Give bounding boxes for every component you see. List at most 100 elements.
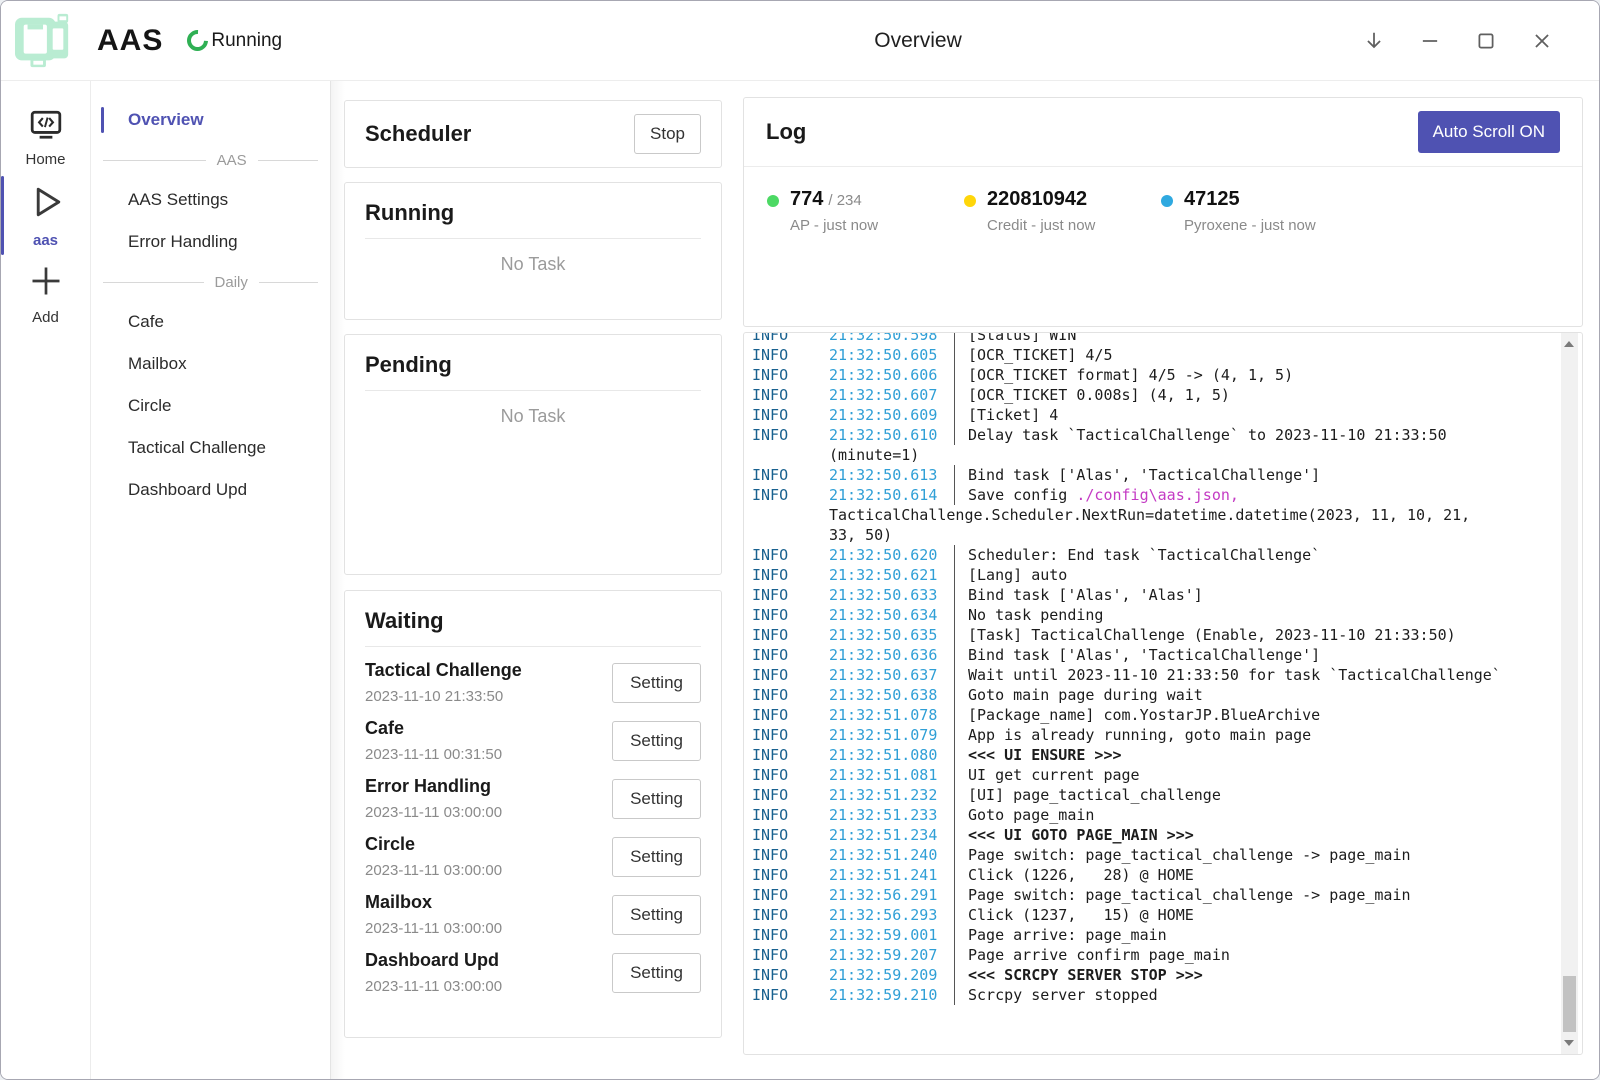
log-line: INFO 21:32:50.621 [Lang] auto (752, 565, 1582, 585)
log-level: INFO (752, 545, 829, 565)
task-setting-button[interactable]: Setting (612, 895, 701, 935)
nav-item[interactable]: Dashboard Upd (91, 469, 330, 511)
minimize-icon[interactable] (1417, 28, 1443, 54)
log-separator (954, 965, 955, 985)
log-timestamp: 21:32:50.621 (829, 565, 954, 585)
scroll-down-icon[interactable] (1564, 1040, 1574, 1046)
scroll-up-icon[interactable] (1564, 341, 1574, 347)
rail-item-aas[interactable]: aas (1, 176, 90, 255)
log-message: [Lang] auto (968, 565, 1067, 585)
log-timestamp: 21:32:50.614 (829, 485, 954, 505)
log-timestamp: 21:32:50.607 (829, 385, 954, 405)
task-name: Error Handling (365, 776, 502, 797)
nav-section-divider: AAS (91, 141, 330, 179)
task-setting-button[interactable]: Setting (612, 663, 701, 703)
nav-item[interactable]: AAS Settings (91, 179, 330, 221)
log-message: Goto page_main (968, 805, 1094, 825)
log-level: INFO (752, 865, 829, 885)
log-timestamp: 21:32:56.291 (829, 885, 954, 905)
log-timestamp: 21:32:50.613 (829, 465, 954, 485)
app-title: AAS (97, 24, 163, 58)
stat-label: Credit - just now (987, 217, 1095, 234)
log-level: INFO (752, 485, 829, 505)
log-message: Save config ./config\aas.json, (968, 485, 1239, 505)
log-line: INFO 21:32:51.078 [Package_name] com.Yos… (752, 705, 1582, 725)
nav-item[interactable]: Circle (91, 385, 330, 427)
play-icon (26, 182, 66, 227)
task-setting-button[interactable]: Setting (612, 721, 701, 761)
running-spinner-icon (183, 26, 213, 56)
log-output[interactable]: INFO 21:32:50.598 [Status] WIN INFO 21:3… (743, 332, 1583, 1055)
log-level: INFO (752, 985, 829, 1005)
nav-item[interactable]: Mailbox (91, 343, 330, 385)
scheduler-stop-button[interactable]: Stop (634, 114, 701, 154)
log-message: Bind task ['Alas', 'TacticalChallenge'] (968, 645, 1320, 665)
waiting-card: Waiting Tactical Challenge 2023-11-10 21… (344, 590, 722, 1038)
log-separator (954, 605, 955, 625)
log-timestamp: 21:32:51.240 (829, 845, 954, 865)
task-scheduled-time: 2023-11-10 21:33:50 (365, 688, 522, 705)
task-setting-button[interactable]: Setting (612, 779, 701, 819)
task-nav: Overview AAS AAS Settings Error Handling… (91, 81, 331, 1080)
log-timestamp: 21:32:50.609 (829, 405, 954, 425)
log-level: INFO (752, 845, 829, 865)
log-level: INFO (752, 685, 829, 705)
log-scrollbar[interactable] (1561, 333, 1578, 1054)
log-level: INFO (752, 965, 829, 985)
log-timestamp: 21:32:51.079 (829, 725, 954, 745)
task-setting-button[interactable]: Setting (612, 837, 701, 877)
log-message: [OCR_TICKET] 4/5 (968, 345, 1113, 365)
close-icon[interactable] (1529, 28, 1555, 54)
rail-label: aas (33, 232, 58, 249)
log-level: INFO (752, 885, 829, 905)
log-message: Click (1226, 28) @ HOME (968, 865, 1194, 885)
waiting-task-row: Mailbox 2023-11-11 03:00:00 Setting (365, 892, 701, 937)
app-window: AAS Running Overview (0, 0, 1600, 1080)
nav-item[interactable]: Cafe (91, 301, 330, 343)
log-separator (954, 985, 955, 1005)
rail-item-home[interactable]: Home (1, 103, 90, 174)
log-line: INFO 21:32:50.637 Wait until 2023-11-10 … (752, 665, 1582, 685)
log-separator (954, 745, 955, 765)
rail-item-add[interactable]: Add (1, 257, 90, 332)
stat-dot-icon (767, 195, 779, 207)
rail-label: Home (25, 151, 65, 168)
nav-item[interactable]: Tactical Challenge (91, 427, 330, 469)
log-message: [OCR_TICKET 0.008s] (4, 1, 5) (968, 385, 1230, 405)
log-line: INFO 21:32:51.233 Goto page_main (752, 805, 1582, 825)
task-setting-button[interactable]: Setting (612, 953, 701, 993)
log-separator (954, 565, 955, 585)
task-name: Dashboard Upd (365, 950, 502, 971)
log-message: [OCR_TICKET format] 4/5 -> (4, 1, 5) (968, 365, 1293, 385)
log-message: Wait until 2023-11-10 21:33:50 for task … (968, 665, 1501, 685)
log-timestamp: 21:32:50.636 (829, 645, 954, 665)
log-title: Log (766, 119, 806, 145)
log-line: INFO 21:32:50.620 Scheduler: End task `T… (752, 545, 1582, 565)
log-line: INFO 21:32:50.638 Goto main page during … (752, 685, 1582, 705)
log-separator (954, 645, 955, 665)
log-timestamp: 21:32:50.638 (829, 685, 954, 705)
stat-dot-icon (1161, 195, 1173, 207)
log-level: INFO (752, 585, 829, 605)
task-scheduled-time: 2023-11-11 03:00:00 (365, 978, 502, 995)
log-level: INFO (752, 645, 829, 665)
stat-label: AP - just now (790, 217, 878, 234)
nav-item[interactable]: Overview (91, 99, 330, 141)
maximize-icon[interactable] (1473, 28, 1499, 54)
status-label: Running (211, 30, 282, 52)
arrow-down-icon[interactable] (1361, 28, 1387, 54)
nav-item[interactable]: Error Handling (91, 221, 330, 263)
log-message: No task pending (968, 605, 1103, 625)
log-separator (954, 825, 955, 845)
log-separator (954, 625, 955, 645)
scheduler-card: Scheduler Stop (344, 100, 722, 168)
stat-dot-icon (964, 195, 976, 207)
log-level: INFO (752, 332, 829, 345)
log-separator (954, 805, 955, 825)
log-line: INFO 21:32:51.079 App is already running… (752, 725, 1582, 745)
log-line: INFO 21:32:51.081 UI get current page (752, 765, 1582, 785)
log-line: INFO 21:32:51.234 <<< UI GOTO PAGE_MAIN … (752, 825, 1582, 845)
auto-scroll-toggle[interactable]: Auto Scroll ON (1418, 111, 1560, 153)
log-scrollbar-thumb[interactable] (1563, 976, 1576, 1032)
log-separator (954, 425, 955, 445)
